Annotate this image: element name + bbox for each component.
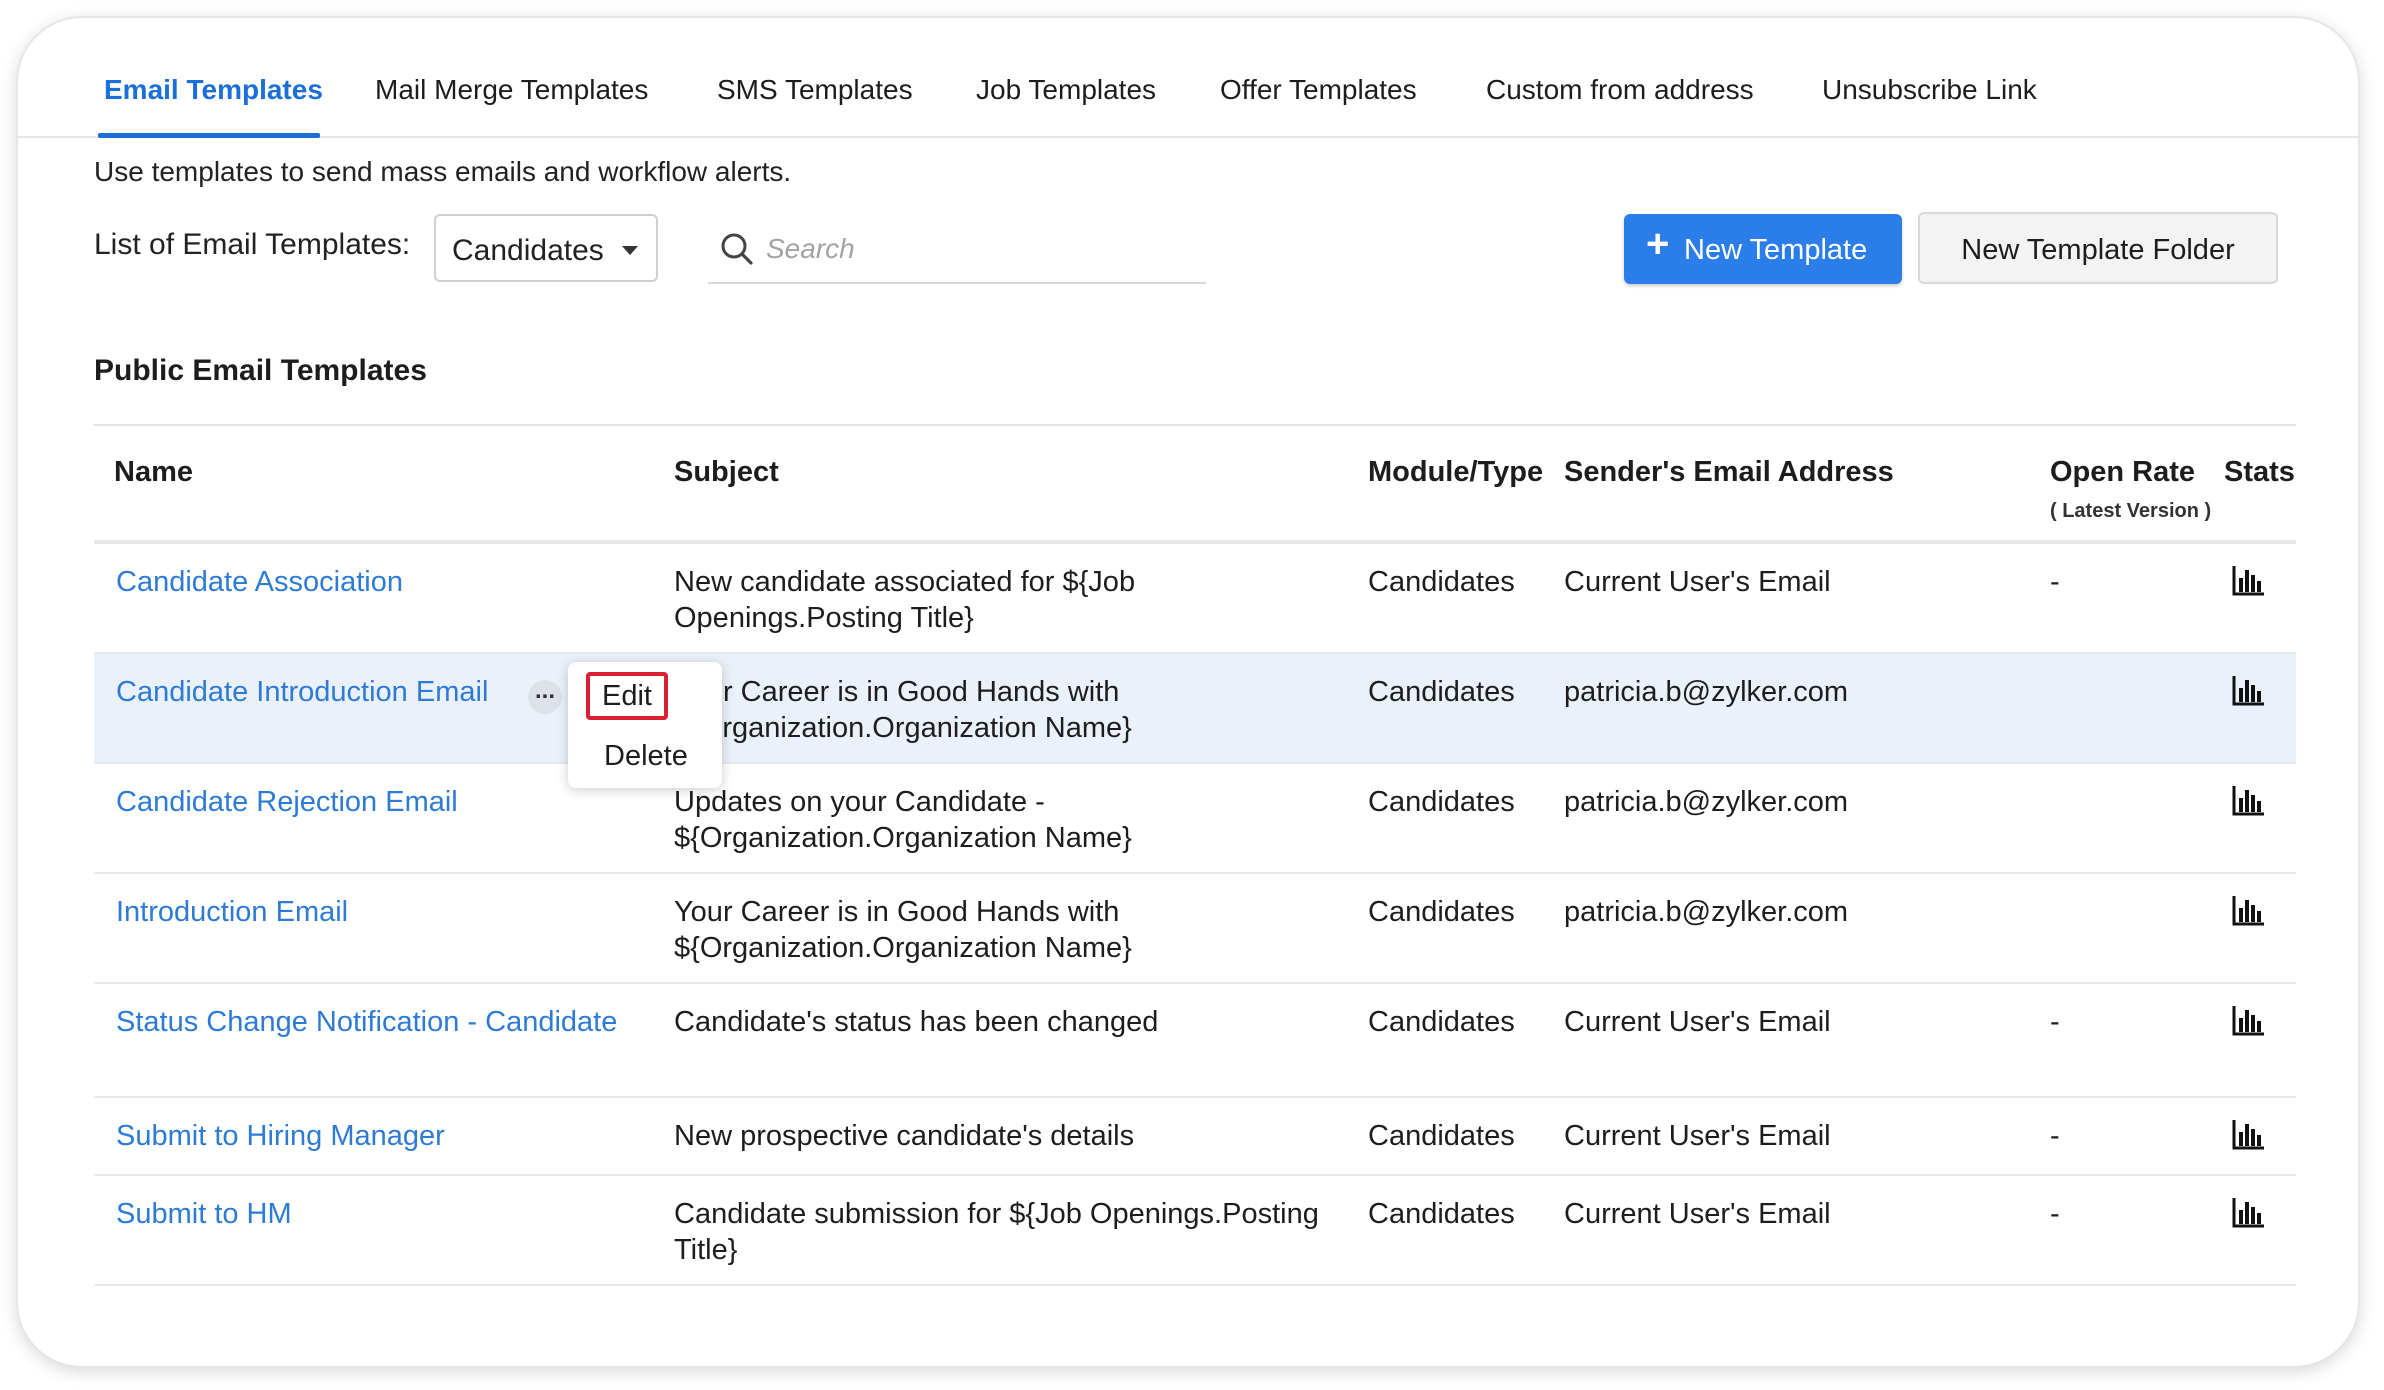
column-header-module[interactable]: Module/Type bbox=[1368, 456, 1543, 489]
table-row[interactable]: Candidate Introduction Email ... Your Ca… bbox=[94, 654, 2296, 764]
tab-email-templates[interactable]: Email Templates bbox=[104, 74, 323, 106]
template-open-rate: - bbox=[2050, 566, 2060, 598]
search-icon bbox=[718, 230, 756, 273]
tab-mail-merge-templates[interactable]: Mail Merge Templates bbox=[375, 74, 648, 106]
column-header-open-rate[interactable]: Open Rate bbox=[2050, 456, 2195, 489]
more-options-icon[interactable]: ... bbox=[528, 679, 562, 714]
template-open-rate: - bbox=[2050, 1006, 2060, 1038]
bar-chart-icon[interactable] bbox=[2232, 1006, 2266, 1041]
template-name-link[interactable]: Submit to Hiring Manager bbox=[116, 1118, 445, 1154]
app-window: Email Templates Mail Merge Templates SMS… bbox=[18, 18, 2358, 1366]
template-name-link[interactable]: Candidate Rejection Email bbox=[116, 784, 458, 820]
module-select[interactable]: Candidates bbox=[434, 214, 658, 282]
tab-offer-templates[interactable]: Offer Templates bbox=[1220, 74, 1417, 106]
template-module: Candidates bbox=[1368, 1198, 1515, 1230]
template-subject: New prospective candidate's details bbox=[674, 1120, 1135, 1152]
caret-down-icon bbox=[622, 246, 638, 255]
template-subject: Candidate's status has been changed bbox=[674, 1006, 1159, 1038]
column-header-open-rate-sub: ( Latest Version ) bbox=[2050, 500, 2212, 522]
template-subject: Candidate submission for ${Job Openings.… bbox=[674, 1198, 1319, 1266]
table-row[interactable]: Introduction Email Your Career is in Goo… bbox=[94, 874, 2296, 984]
bar-chart-icon[interactable] bbox=[2232, 786, 2266, 821]
row-context-menu: Edit Delete bbox=[568, 662, 722, 788]
module-select-value: Candidates bbox=[452, 234, 604, 267]
delete-menu-item[interactable]: Delete bbox=[604, 740, 688, 773]
table-row[interactable]: Candidate Association New candidate asso… bbox=[94, 544, 2296, 654]
template-sender: patricia.b@zylker.com bbox=[1564, 676, 1849, 708]
new-template-folder-button[interactable]: New Template Folder bbox=[1918, 212, 2278, 284]
tab-sms-templates[interactable]: SMS Templates bbox=[717, 74, 913, 106]
column-header-subject[interactable]: Subject bbox=[674, 456, 779, 489]
table-row[interactable]: Status Change Notification - Candidate C… bbox=[94, 984, 2296, 1098]
new-template-button[interactable]: + New Template bbox=[1624, 214, 1902, 284]
column-header-stats: Stats bbox=[2224, 456, 2295, 488]
tab-unsubscribe-link[interactable]: Unsubscribe Link bbox=[1822, 74, 2037, 106]
plus-icon: + bbox=[1646, 222, 1670, 266]
template-subject: Updates on your Candidate - ${Organizati… bbox=[674, 786, 1132, 854]
edit-menu-item[interactable]: Edit bbox=[586, 672, 668, 720]
template-sender: Current User's Email bbox=[1564, 566, 1831, 598]
template-sender: Current User's Email bbox=[1564, 1198, 1831, 1230]
bar-chart-icon[interactable] bbox=[2232, 676, 2266, 711]
template-name-link[interactable]: Candidate Introduction Email bbox=[116, 674, 488, 710]
tab-bar: Email Templates Mail Merge Templates SMS… bbox=[18, 18, 2358, 138]
template-open-rate: - bbox=[2050, 1120, 2060, 1152]
template-module: Candidates bbox=[1368, 566, 1515, 598]
template-sender: patricia.b@zylker.com bbox=[1564, 896, 1849, 928]
new-template-label: New Template bbox=[1684, 234, 1868, 266]
table-row[interactable]: Candidate Rejection Email Updates on you… bbox=[94, 764, 2296, 874]
search-input[interactable] bbox=[766, 228, 1186, 270]
column-header-name[interactable]: Name bbox=[114, 456, 193, 489]
bar-chart-icon[interactable] bbox=[2232, 896, 2266, 931]
template-module: Candidates bbox=[1368, 786, 1515, 818]
tab-job-templates[interactable]: Job Templates bbox=[976, 74, 1156, 106]
bar-chart-icon[interactable] bbox=[2232, 1198, 2266, 1233]
template-name-link[interactable]: Introduction Email bbox=[116, 894, 348, 930]
template-open-rate: - bbox=[2050, 1198, 2060, 1230]
search-box bbox=[708, 214, 1206, 284]
active-tab-indicator bbox=[98, 133, 320, 138]
template-subject: New candidate associated for ${Job Openi… bbox=[674, 566, 1136, 634]
template-name-link[interactable]: Candidate Association bbox=[116, 564, 403, 600]
template-name-link[interactable]: Submit to HM bbox=[116, 1196, 292, 1232]
template-module: Candidates bbox=[1368, 896, 1515, 928]
table-row[interactable]: Submit to Hiring Manager New prospective… bbox=[94, 1098, 2296, 1176]
bar-chart-icon[interactable] bbox=[2232, 566, 2266, 601]
section-title: Public Email Templates bbox=[94, 354, 427, 387]
table-row[interactable]: Submit to HM Candidate submission for ${… bbox=[94, 1176, 2296, 1286]
template-sender: patricia.b@zylker.com bbox=[1564, 786, 1849, 818]
template-subject: Your Career is in Good Hands with ${Orga… bbox=[674, 676, 1132, 744]
template-list-label: List of Email Templates: bbox=[94, 228, 411, 261]
template-subject: Your Career is in Good Hands with ${Orga… bbox=[674, 896, 1132, 964]
template-sender: Current User's Email bbox=[1564, 1006, 1831, 1038]
template-module: Candidates bbox=[1368, 1006, 1515, 1038]
template-sender: Current User's Email bbox=[1564, 1120, 1831, 1152]
template-module: Candidates bbox=[1368, 1120, 1515, 1152]
tab-custom-from-address[interactable]: Custom from address bbox=[1486, 74, 1754, 106]
template-module: Candidates bbox=[1368, 676, 1515, 708]
column-header-sender[interactable]: Sender's Email Address bbox=[1564, 456, 1894, 489]
template-name-link[interactable]: Status Change Notification - Candidate bbox=[116, 1004, 617, 1040]
new-template-folder-label: New Template Folder bbox=[1961, 234, 2235, 266]
page-description: Use templates to send mass emails and wo… bbox=[94, 156, 792, 187]
table-header: Name Subject Module/Type Sender's Email … bbox=[94, 426, 2296, 542]
bar-chart-icon[interactable] bbox=[2232, 1120, 2266, 1155]
